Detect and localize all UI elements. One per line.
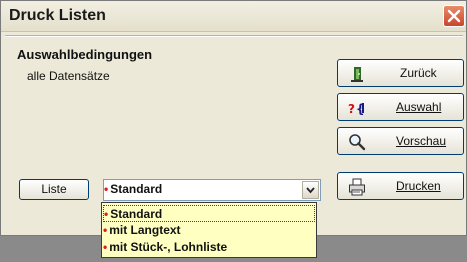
- bullet-icon: •: [104, 207, 109, 221]
- select-button[interactable]: ? { Auswahl: [337, 93, 464, 121]
- window-title: Druck Listen: [9, 7, 106, 24]
- svg-text:?: ?: [348, 102, 355, 116]
- print-button-label: Drucken: [396, 179, 441, 193]
- print-button[interactable]: Drucken: [337, 172, 464, 200]
- option-text: mit Stück-, Lohnliste: [109, 240, 228, 254]
- list-type-selected-value: • Standard: [104, 182, 162, 196]
- back-button[interactable]: Zurück: [337, 59, 464, 87]
- selected-text: Standard: [110, 182, 163, 196]
- option-text: Standard: [110, 207, 163, 221]
- list-type-select[interactable]: • Standard: [103, 179, 321, 201]
- preview-button-label: Vorschau: [396, 134, 447, 148]
- preview-button[interactable]: Vorschau: [337, 127, 464, 155]
- dialog-window: Druck Listen Auswahlbedingungen alle Dat…: [0, 0, 467, 236]
- query-filter-icon: ? {: [348, 102, 365, 116]
- exit-door-icon: [351, 67, 363, 82]
- select-button-label: Auswahl: [396, 100, 442, 114]
- back-button-label: Zurück: [400, 66, 437, 80]
- chevron-down-icon: [306, 187, 315, 194]
- list-item[interactable]: • Standard: [103, 205, 315, 222]
- bullet-icon: •: [103, 223, 108, 237]
- list-button[interactable]: Liste: [19, 179, 89, 200]
- separator: [5, 35, 463, 37]
- option-text: mit Langtext: [109, 223, 181, 237]
- section-heading: Auswahlbedingungen: [17, 47, 153, 62]
- list-item[interactable]: • mit Stück-, Lohnliste: [103, 239, 227, 256]
- dropdown-list: • Standard • mit Langtext • mit Stück-, Loh…: [101, 202, 317, 258]
- selection-condition-text: alle Datensätze: [27, 69, 110, 83]
- dropdown-toggle[interactable]: [302, 181, 319, 199]
- close-icon: [447, 9, 461, 23]
- magnifier-icon: [349, 134, 366, 151]
- list-item[interactable]: • mit Langtext: [103, 222, 181, 239]
- printer-icon: [349, 178, 365, 196]
- bullet-icon: •: [103, 240, 108, 254]
- title-bar: Druck Listen: [1, 1, 466, 32]
- bullet-icon: •: [104, 182, 109, 196]
- close-button[interactable]: [443, 5, 465, 27]
